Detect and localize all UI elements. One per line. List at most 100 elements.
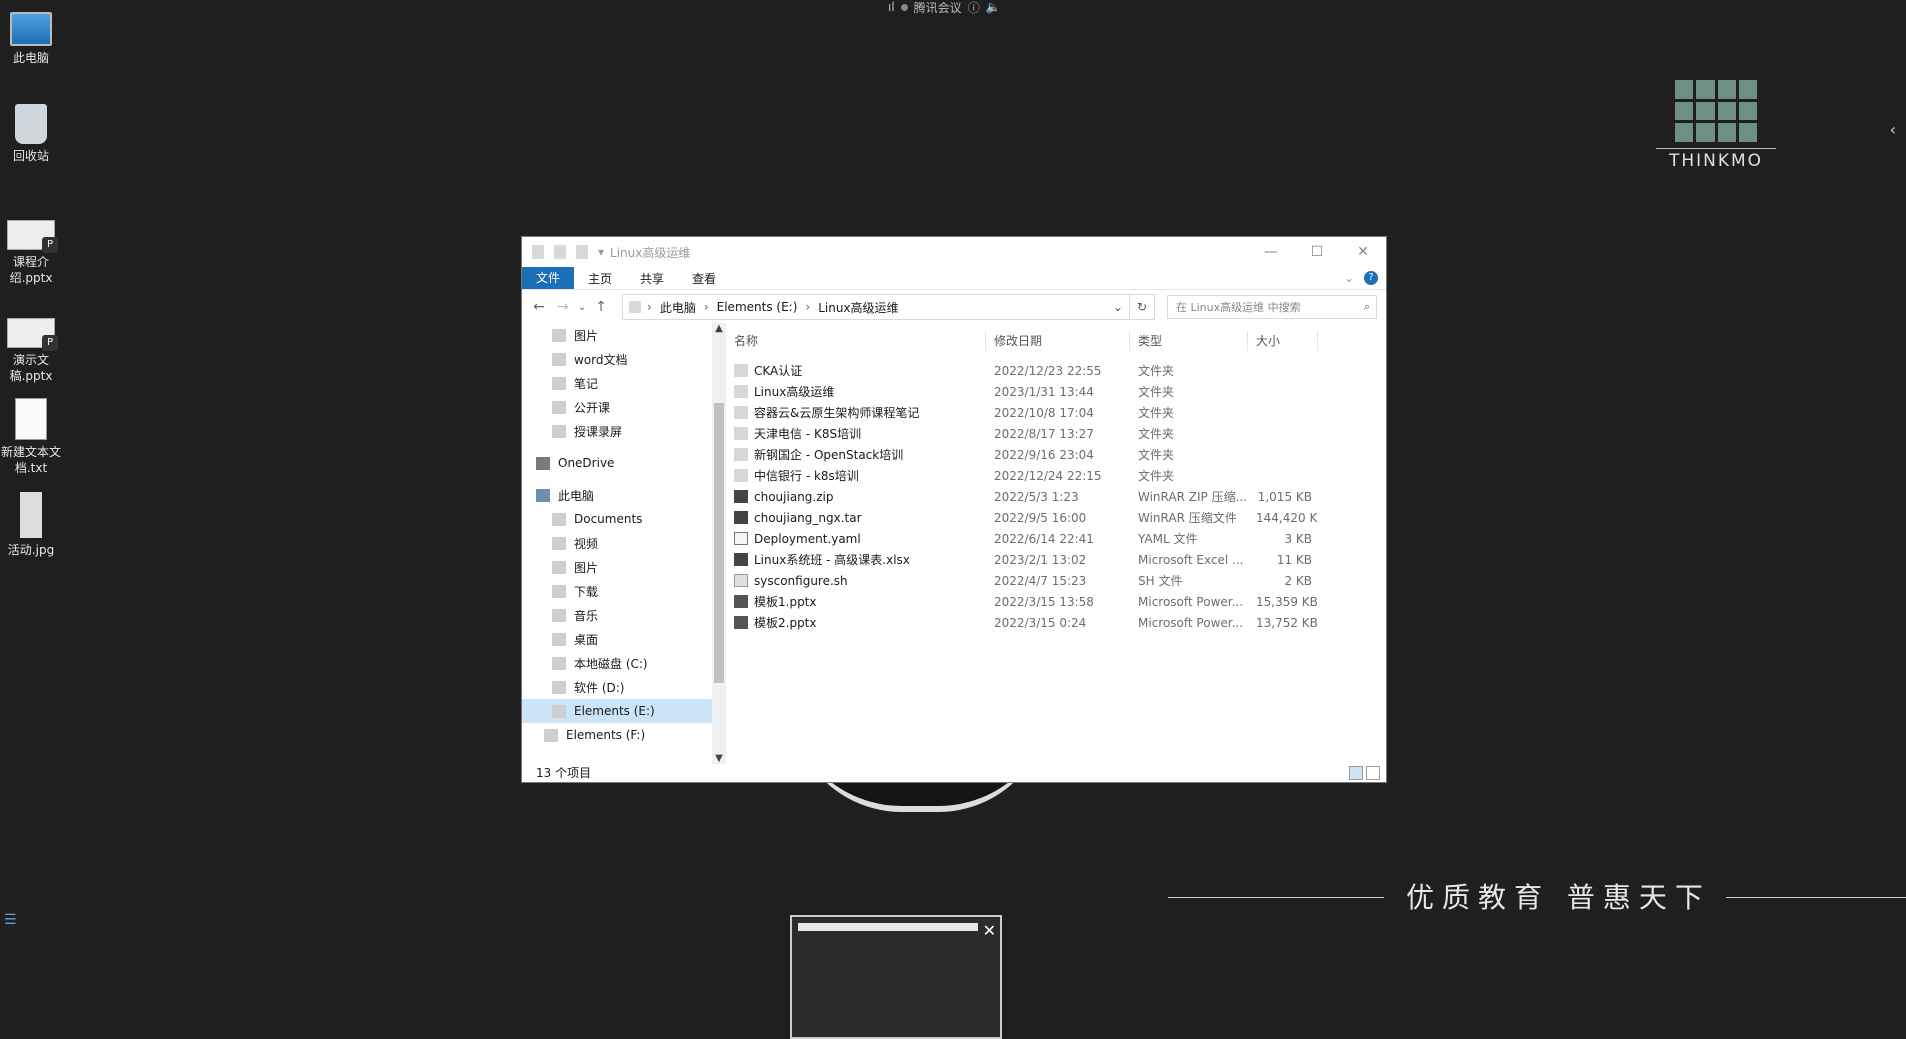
details-view-icon[interactable] xyxy=(1349,766,1363,780)
file-name: 模板2.pptx xyxy=(754,616,817,630)
close-button[interactable]: ✕ xyxy=(1340,244,1386,260)
breadcrumb-current-folder[interactable]: Linux高级运维 xyxy=(810,299,906,316)
chevron-down-icon[interactable]: ⌄ xyxy=(1107,300,1129,314)
nav-item-label: 桌面 xyxy=(574,632,599,647)
tab-share[interactable]: 共享 xyxy=(626,270,678,287)
close-icon[interactable]: ✕ xyxy=(983,921,996,940)
properties-icon[interactable] xyxy=(554,245,566,259)
file-explorer-window[interactable]: ▾ Linux高级运维 — ☐ ✕ 文件 主页 共享 查看 ⌄ ? ← → ⌄ … xyxy=(522,237,1386,782)
desktop-icon-this-pc[interactable]: 此电脑 xyxy=(0,6,63,66)
file-type: 文件夹 xyxy=(1138,364,1175,378)
logo-mark-icon xyxy=(1675,80,1757,142)
breadcrumb-drive-e[interactable]: Elements (E:) xyxy=(709,300,806,314)
tab-home[interactable]: 主页 xyxy=(574,270,626,287)
forward-arrow-icon[interactable]: → xyxy=(554,299,572,315)
speaker-icon[interactable]: 🔈 xyxy=(986,0,1001,14)
nav-item[interactable]: 公开课 xyxy=(522,395,726,419)
file-row[interactable]: Linux高级运维 2023/1/31 13:44 文件夹 xyxy=(726,381,1386,402)
ribbon-expand-icon[interactable]: ⌄ xyxy=(1344,271,1354,285)
nav-item[interactable]: Elements (E:) xyxy=(522,699,726,723)
file-row[interactable]: choujiang.zip 2022/5/3 1:23 WinRAR ZIP 压缩.… xyxy=(726,486,1386,507)
window-title: Linux高级运维 xyxy=(610,245,691,260)
refresh-button[interactable]: ↻ xyxy=(1129,294,1155,320)
nav-item[interactable]: 下载 xyxy=(522,579,726,603)
chevron-down-icon[interactable]: ▾ xyxy=(598,245,604,259)
nav-item[interactable]: 此电脑 xyxy=(522,483,726,507)
nav-item[interactable]: 软件 (D:) xyxy=(522,675,726,699)
file-name-cell: Deployment.yaml xyxy=(726,532,986,546)
column-header-type[interactable]: 类型 xyxy=(1130,331,1248,351)
meeting-indicator[interactable]: ıl 腾讯会议 ⓘ 🔈 xyxy=(888,0,1001,16)
breadcrumb-this-pc[interactable]: 此电脑 xyxy=(652,299,704,316)
new-folder-icon[interactable] xyxy=(576,245,588,259)
nav-item[interactable]: 授课录屏 xyxy=(522,419,726,443)
desktop-icon-new-text[interactable]: 新建文本文档.txt xyxy=(0,398,63,476)
desktop-icon xyxy=(552,632,566,646)
column-header-size[interactable]: 大小 xyxy=(1248,331,1318,351)
back-arrow-icon[interactable]: ← xyxy=(530,299,548,315)
file-row[interactable]: 新钢国企 - OpenStack培训 2022/9/16 23:04 文件夹 xyxy=(726,444,1386,465)
file-row[interactable]: 模板1.pptx 2022/3/15 13:58 Microsoft Power..… xyxy=(726,591,1386,612)
nav-item[interactable]: OneDrive xyxy=(522,451,726,475)
scroll-down-icon[interactable]: ▼ xyxy=(712,753,726,764)
navigation-pane[interactable]: 图片 word文档 笔记 公开课 授课录屏 OneDrive 此电脑 Documents 视频图… xyxy=(522,323,726,764)
tab-view[interactable]: 查看 xyxy=(678,270,730,287)
info-icon[interactable]: ⓘ xyxy=(968,0,980,16)
nav-item[interactable]: 笔记 xyxy=(522,371,726,395)
folder-icon xyxy=(734,427,748,440)
file-row[interactable]: CKA认证 2022/12/23 22:55 文件夹 xyxy=(726,360,1386,381)
desktop-icon-activity[interactable]: 活动.jpg xyxy=(0,492,63,558)
nav-item[interactable]: word文档 xyxy=(522,347,726,371)
file-row[interactable]: 中信银行 - k8s培训 2022/12/24 22:15 文件夹 xyxy=(726,465,1386,486)
desktop-icon-recycle-bin[interactable]: 回收站 xyxy=(0,104,63,164)
mini-preview-window[interactable]: ✕ xyxy=(790,915,1002,1039)
address-bar[interactable]: › 此电脑 › Elements (E:) › Linux高级运维 ⌄ xyxy=(622,294,1130,320)
nav-item[interactable]: 图片 xyxy=(522,323,726,347)
file-name-cell: 天津电信 - K8S培训 xyxy=(726,425,986,442)
recent-locations-icon[interactable]: ⌄ xyxy=(578,302,586,313)
maximize-button[interactable]: ☐ xyxy=(1294,244,1340,260)
file-row[interactable]: 天津电信 - K8S培训 2022/8/17 13:27 文件夹 xyxy=(726,423,1386,444)
file-row[interactable]: choujiang_ngx.tar 2022/9/5 16:00 WinRAR 压缩… xyxy=(726,507,1386,528)
file-row[interactable]: 模板2.pptx 2022/3/15 0:24 Microsoft Power...… xyxy=(726,612,1386,633)
title-bar[interactable]: ▾ Linux高级运维 — ☐ ✕ xyxy=(522,237,1386,267)
powerpoint-icon xyxy=(734,616,748,629)
nav-item[interactable]: 音乐 xyxy=(522,603,726,627)
minimize-button[interactable]: — xyxy=(1248,244,1294,260)
file-name: Linux高级运维 xyxy=(754,385,835,399)
nav-item[interactable]: 桌面 xyxy=(522,627,726,651)
tab-file[interactable]: 文件 xyxy=(522,267,575,289)
column-header-name[interactable]: 名称 xyxy=(726,331,986,351)
folder-icon xyxy=(734,364,748,377)
file-type: 文件夹 xyxy=(1138,406,1175,420)
nav-item[interactable]: Documents xyxy=(522,507,726,531)
up-arrow-icon[interactable]: ↑ xyxy=(592,299,610,315)
search-input[interactable]: 在 Linux高级运维 中搜索 ⌕ xyxy=(1167,295,1377,319)
image-file-icon xyxy=(20,492,42,538)
scroll-up-icon[interactable]: ▲ xyxy=(712,323,726,334)
column-header-date[interactable]: 修改日期 xyxy=(986,331,1130,351)
large-icons-view-icon[interactable] xyxy=(1366,766,1380,780)
nav-item[interactable]: 图片 xyxy=(522,555,726,579)
file-row[interactable]: 容器云&云原生架构师课程笔记 2022/10/8 17:04 文件夹 xyxy=(726,402,1386,423)
nav-item[interactable]: Elements (F:) xyxy=(522,723,726,747)
file-row[interactable]: Deployment.yaml 2022/6/14 22:41 YAML 文件 3 K… xyxy=(726,528,1386,549)
nav-item[interactable]: 本地磁盘 (C:) xyxy=(522,651,726,675)
file-list[interactable]: ^ 名称 修改日期 类型 大小 CKA认证 2022/12/23 22:55 文件夹… xyxy=(726,311,1386,764)
folder-icon xyxy=(734,385,748,398)
nav-item[interactable]: 视频 xyxy=(522,531,726,555)
chevron-left-icon[interactable]: ‹ xyxy=(1890,120,1896,139)
help-icon[interactable]: ? xyxy=(1364,271,1378,285)
scroll-thumb[interactable] xyxy=(714,403,724,683)
file-row[interactable]: sysconfigure.sh 2022/4/7 15:23 SH 文件 2 KB xyxy=(726,570,1386,591)
desktop-icon-course-intro[interactable]: P 课程介绍.pptx xyxy=(0,220,63,286)
file-row[interactable]: Linux系统班 - 高级课表.xlsx 2023/2/1 13:02 Micros… xyxy=(726,549,1386,570)
nav-scrollbar[interactable]: ▲ ▼ xyxy=(712,323,726,764)
nav-item-label: 本地磁盘 (C:) xyxy=(574,656,648,671)
computer-icon xyxy=(10,12,52,46)
desktop-icon-presentation[interactable]: P 演示文稿.pptx xyxy=(0,318,63,384)
powerpoint-icon xyxy=(734,595,748,608)
nav-item-label: Documents xyxy=(574,512,643,526)
list-icon[interactable]: ☰ xyxy=(4,912,17,928)
nav-item-label: 下载 xyxy=(574,584,599,599)
